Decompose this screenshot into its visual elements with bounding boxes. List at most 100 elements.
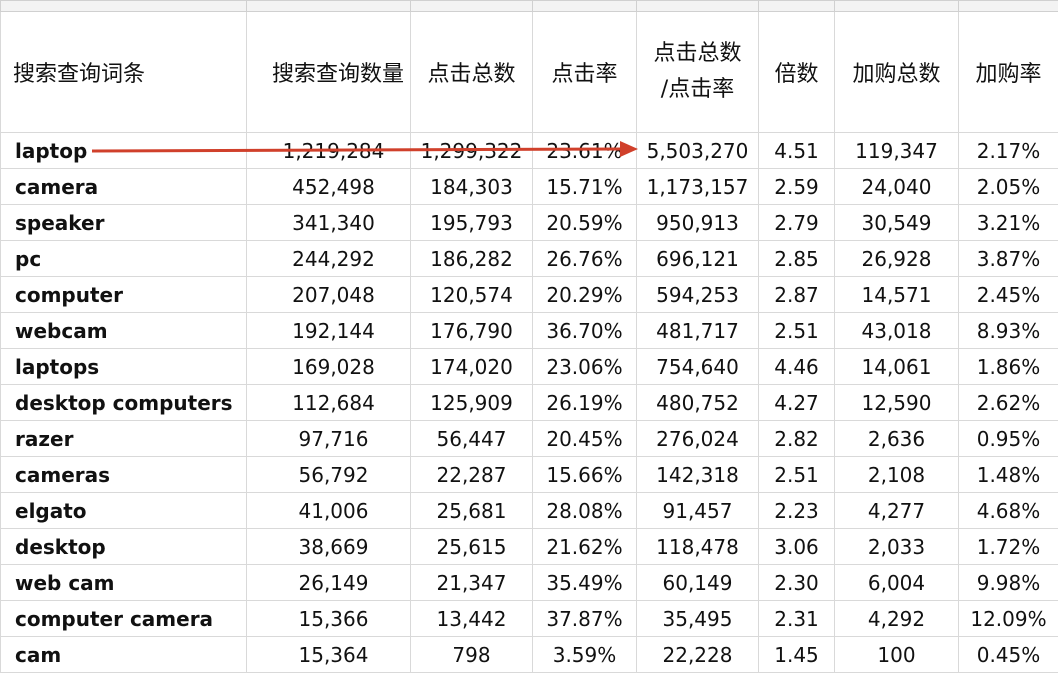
cell-ctr[interactable]: 35.49% — [532, 564, 637, 601]
cell-term[interactable]: web cam — [0, 564, 247, 601]
cell-clicks-over-ctr[interactable]: 696,121 — [636, 240, 759, 277]
cell-total-clicks[interactable]: 56,447 — [410, 420, 533, 457]
cell-add-to-cart-rate[interactable]: 1.72% — [958, 528, 1058, 565]
cell-add-to-cart[interactable]: 4,292 — [834, 600, 959, 637]
cell-total-clicks[interactable]: 186,282 — [410, 240, 533, 277]
cell-total-clicks[interactable]: 120,574 — [410, 276, 533, 313]
cell-clicks-over-ctr[interactable]: 91,457 — [636, 492, 759, 529]
cell-total-clicks[interactable]: 176,790 — [410, 312, 533, 349]
cell-search-volume[interactable]: 112,684 — [246, 384, 411, 421]
header-term[interactable]: 搜索查询词条 — [0, 11, 247, 133]
cell-multiple[interactable]: 2.79 — [758, 204, 835, 241]
header-search-volume[interactable]: 搜索查询数量 — [246, 11, 411, 133]
cell-total-clicks[interactable]: 125,909 — [410, 384, 533, 421]
cell-add-to-cart[interactable]: 24,040 — [834, 168, 959, 205]
cell-multiple[interactable]: 4.51 — [758, 132, 835, 169]
cell-clicks-over-ctr[interactable]: 480,752 — [636, 384, 759, 421]
header-clicks-over-ctr[interactable]: 点击总数/点击率 — [636, 11, 759, 133]
cell-total-clicks[interactable]: 21,347 — [410, 564, 533, 601]
cell-add-to-cart[interactable]: 119,347 — [834, 132, 959, 169]
cell-add-to-cart-rate[interactable]: 1.48% — [958, 456, 1058, 493]
cell-multiple[interactable]: 2.59 — [758, 168, 835, 205]
cell-term[interactable]: laptop — [0, 132, 247, 169]
cell-ctr[interactable]: 28.08% — [532, 492, 637, 529]
cell-total-clicks[interactable]: 195,793 — [410, 204, 533, 241]
cell-clicks-over-ctr[interactable]: 276,024 — [636, 420, 759, 457]
column-header-cell[interactable] — [958, 0, 1058, 12]
cell-term[interactable]: elgato — [0, 492, 247, 529]
cell-ctr[interactable]: 20.59% — [532, 204, 637, 241]
column-header-cell[interactable] — [410, 0, 533, 12]
cell-clicks-over-ctr[interactable]: 142,318 — [636, 456, 759, 493]
cell-add-to-cart-rate[interactable]: 3.87% — [958, 240, 1058, 277]
column-header-cell[interactable] — [0, 0, 247, 12]
cell-ctr[interactable]: 15.66% — [532, 456, 637, 493]
cell-add-to-cart[interactable]: 26,928 — [834, 240, 959, 277]
cell-add-to-cart-rate[interactable]: 12.09% — [958, 600, 1058, 637]
column-header-cell[interactable] — [758, 0, 835, 12]
cell-total-clicks[interactable]: 25,615 — [410, 528, 533, 565]
cell-clicks-over-ctr[interactable]: 1,173,157 — [636, 168, 759, 205]
cell-ctr[interactable]: 36.70% — [532, 312, 637, 349]
cell-ctr[interactable]: 26.76% — [532, 240, 637, 277]
cell-multiple[interactable]: 2.30 — [758, 564, 835, 601]
cell-ctr[interactable]: 20.29% — [532, 276, 637, 313]
cell-search-volume[interactable]: 41,006 — [246, 492, 411, 529]
header-multiple[interactable]: 倍数 — [758, 11, 835, 133]
cell-total-clicks[interactable]: 25,681 — [410, 492, 533, 529]
cell-add-to-cart-rate[interactable]: 1.86% — [958, 348, 1058, 385]
cell-multiple[interactable]: 4.27 — [758, 384, 835, 421]
cell-add-to-cart-rate[interactable]: 3.21% — [958, 204, 1058, 241]
cell-search-volume[interactable]: 192,144 — [246, 312, 411, 349]
cell-multiple[interactable]: 2.87 — [758, 276, 835, 313]
cell-add-to-cart-rate[interactable]: 2.17% — [958, 132, 1058, 169]
cell-ctr[interactable]: 23.61% — [532, 132, 637, 169]
column-header-cell[interactable] — [246, 0, 411, 12]
cell-ctr[interactable]: 15.71% — [532, 168, 637, 205]
cell-add-to-cart-rate[interactable]: 9.98% — [958, 564, 1058, 601]
cell-ctr[interactable]: 26.19% — [532, 384, 637, 421]
column-header-cell[interactable] — [532, 0, 637, 12]
cell-search-volume[interactable]: 15,366 — [246, 600, 411, 637]
column-header-cell[interactable] — [834, 0, 959, 12]
header-add-to-cart-rate[interactable]: 加购率 — [958, 11, 1058, 133]
cell-search-volume[interactable]: 207,048 — [246, 276, 411, 313]
cell-add-to-cart[interactable]: 30,549 — [834, 204, 959, 241]
cell-add-to-cart[interactable]: 14,571 — [834, 276, 959, 313]
cell-total-clicks[interactable]: 13,442 — [410, 600, 533, 637]
cell-search-volume[interactable]: 97,716 — [246, 420, 411, 457]
cell-add-to-cart[interactable]: 2,108 — [834, 456, 959, 493]
cell-add-to-cart[interactable]: 2,033 — [834, 528, 959, 565]
cell-clicks-over-ctr[interactable]: 60,149 — [636, 564, 759, 601]
cell-search-volume[interactable]: 244,292 — [246, 240, 411, 277]
cell-add-to-cart[interactable]: 100 — [834, 636, 959, 673]
cell-term[interactable]: camera — [0, 168, 247, 205]
cell-search-volume[interactable]: 1,219,284 — [246, 132, 411, 169]
header-total-clicks[interactable]: 点击总数 — [410, 11, 533, 133]
cell-search-volume[interactable]: 169,028 — [246, 348, 411, 385]
cell-add-to-cart[interactable]: 14,061 — [834, 348, 959, 385]
cell-search-volume[interactable]: 341,340 — [246, 204, 411, 241]
cell-add-to-cart-rate[interactable]: 0.95% — [958, 420, 1058, 457]
cell-term[interactable]: computer — [0, 276, 247, 313]
cell-ctr[interactable]: 37.87% — [532, 600, 637, 637]
cell-multiple[interactable]: 1.45 — [758, 636, 835, 673]
cell-term[interactable]: webcam — [0, 312, 247, 349]
cell-multiple[interactable]: 2.82 — [758, 420, 835, 457]
cell-add-to-cart[interactable]: 12,590 — [834, 384, 959, 421]
cell-ctr[interactable]: 3.59% — [532, 636, 637, 673]
cell-total-clicks[interactable]: 798 — [410, 636, 533, 673]
cell-term[interactable]: computer camera — [0, 600, 247, 637]
cell-total-clicks[interactable]: 22,287 — [410, 456, 533, 493]
cell-term[interactable]: speaker — [0, 204, 247, 241]
cell-total-clicks[interactable]: 174,020 — [410, 348, 533, 385]
cell-search-volume[interactable]: 38,669 — [246, 528, 411, 565]
cell-clicks-over-ctr[interactable]: 22,228 — [636, 636, 759, 673]
cell-search-volume[interactable]: 452,498 — [246, 168, 411, 205]
cell-search-volume[interactable]: 26,149 — [246, 564, 411, 601]
cell-ctr[interactable]: 21.62% — [532, 528, 637, 565]
cell-multiple[interactable]: 2.85 — [758, 240, 835, 277]
cell-add-to-cart-rate[interactable]: 2.05% — [958, 168, 1058, 205]
cell-clicks-over-ctr[interactable]: 950,913 — [636, 204, 759, 241]
cell-add-to-cart-rate[interactable]: 4.68% — [958, 492, 1058, 529]
